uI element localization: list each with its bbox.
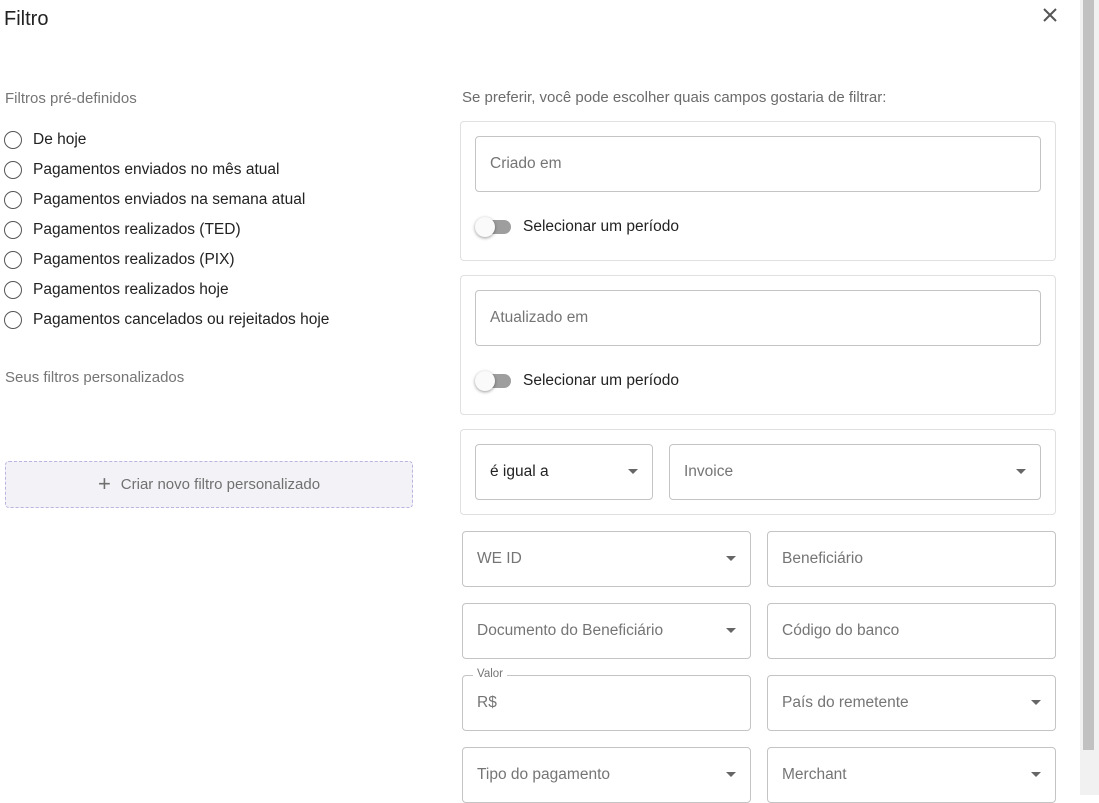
updated-at-input[interactable]: Atualizado em [475, 290, 1041, 346]
fields-hint: Se preferir, você pode escolher quais ca… [462, 89, 887, 106]
plus-icon: + [97, 470, 111, 496]
radio-realizados-hoje[interactable]: Pagamentos realizados hoje [4, 275, 329, 305]
created-at-period-toggle[interactable] [475, 217, 511, 237]
tipo-pagamento-label: Tipo do pagamento [477, 766, 610, 783]
created-at-placeholder: Criado em [490, 155, 562, 172]
create-custom-filter-label: Criar novo filtro personalizado [120, 476, 321, 493]
condition-field-value: Invoice [684, 463, 734, 480]
chevron-down-icon [726, 772, 736, 777]
radio-de-hoje[interactable]: De hoje [4, 125, 329, 155]
close-icon[interactable] [1038, 3, 1062, 27]
radio-cancelados-rejeitados-hoje[interactable]: Pagamentos cancelados ou rejeitados hoje [4, 305, 329, 335]
chevron-down-icon [1031, 772, 1041, 777]
dialog-title: Filtro [4, 8, 49, 30]
updated-at-period-row: Selecionar um período [475, 371, 679, 391]
radio-circle[interactable] [4, 221, 22, 239]
custom-filters-label: Seus filtros personalizados [5, 369, 185, 386]
dialog-scrollbar[interactable] [1080, 0, 1099, 795]
created-at-period-label: Selecionar um período [523, 218, 679, 235]
pais-remetente-label: País do remetente [782, 694, 909, 711]
operator-select[interactable]: é igual a [475, 444, 653, 500]
codigo-banco-placeholder: Código do banco [782, 622, 900, 639]
valor-prefix: R$ [477, 694, 497, 711]
radio-enviados-mes-atual[interactable]: Pagamentos enviados no mês atual [4, 155, 329, 185]
radio-circle[interactable] [4, 131, 22, 149]
documento-beneficiario-select[interactable]: Documento do Beneficiário [462, 603, 751, 659]
pais-remetente-select[interactable]: País do remetente [767, 675, 1056, 731]
updated-at-period-toggle[interactable] [475, 371, 511, 391]
chevron-down-icon [628, 469, 638, 474]
condition-group: é igual a Invoice [460, 429, 1056, 515]
radio-enviados-semana-atual[interactable]: Pagamentos enviados na semana atual [4, 185, 329, 215]
predefined-filters-label: Filtros pré-definidos [5, 90, 137, 107]
merchant-label: Merchant [782, 766, 847, 783]
chevron-down-icon [726, 628, 736, 633]
radio-circle[interactable] [4, 311, 22, 329]
radio-label: Pagamentos realizados (PIX) [33, 251, 235, 268]
condition-field-select[interactable]: Invoice [669, 444, 1041, 500]
radio-realizados-pix[interactable]: Pagamentos realizados (PIX) [4, 245, 329, 275]
codigo-banco-input[interactable]: Código do banco [767, 603, 1056, 659]
chevron-down-icon [1031, 700, 1041, 705]
beneficiario-placeholder: Beneficiário [782, 550, 863, 567]
chevron-down-icon [1016, 469, 1026, 474]
radio-circle[interactable] [4, 281, 22, 299]
valor-label: Valor [473, 668, 507, 680]
beneficiario-input[interactable]: Beneficiário [767, 531, 1056, 587]
scrollbar-thumb[interactable] [1083, 0, 1094, 750]
radio-label: Pagamentos realizados hoje [33, 281, 229, 298]
we-id-select[interactable]: WE ID [462, 531, 751, 587]
updated-at-period-label: Selecionar um período [523, 372, 679, 389]
radio-circle[interactable] [4, 161, 22, 179]
created-at-group: Criado em Selecionar um período [460, 121, 1056, 261]
updated-at-group: Atualizado em Selecionar um período [460, 275, 1056, 415]
valor-input[interactable]: Valor R$ [462, 668, 751, 731]
operator-value: é igual a [490, 463, 549, 480]
create-custom-filter-button[interactable]: + Criar novo filtro personalizado [5, 461, 413, 508]
radio-label: Pagamentos enviados no mês atual [33, 161, 280, 178]
radio-label: Pagamentos cancelados ou rejeitados hoje [33, 311, 330, 328]
radio-circle[interactable] [4, 251, 22, 269]
predefined-filters-list: De hoje Pagamentos enviados no mês atual… [4, 125, 329, 335]
radio-circle[interactable] [4, 191, 22, 209]
radio-realizados-ted[interactable]: Pagamentos realizados (TED) [4, 215, 329, 245]
radio-label: De hoje [33, 131, 87, 148]
chevron-down-icon [726, 556, 736, 561]
created-at-period-row: Selecionar um período [475, 217, 679, 237]
radio-label: Pagamentos enviados na semana atual [33, 191, 306, 208]
updated-at-placeholder: Atualizado em [490, 309, 589, 326]
filter-dialog: Filtro Filtros pré-definidos De hoje Pag… [0, 0, 1080, 803]
we-id-label: WE ID [477, 550, 522, 567]
documento-beneficiario-label: Documento do Beneficiário [477, 622, 664, 639]
radio-label: Pagamentos realizados (TED) [33, 221, 241, 238]
created-at-input[interactable]: Criado em [475, 136, 1041, 192]
